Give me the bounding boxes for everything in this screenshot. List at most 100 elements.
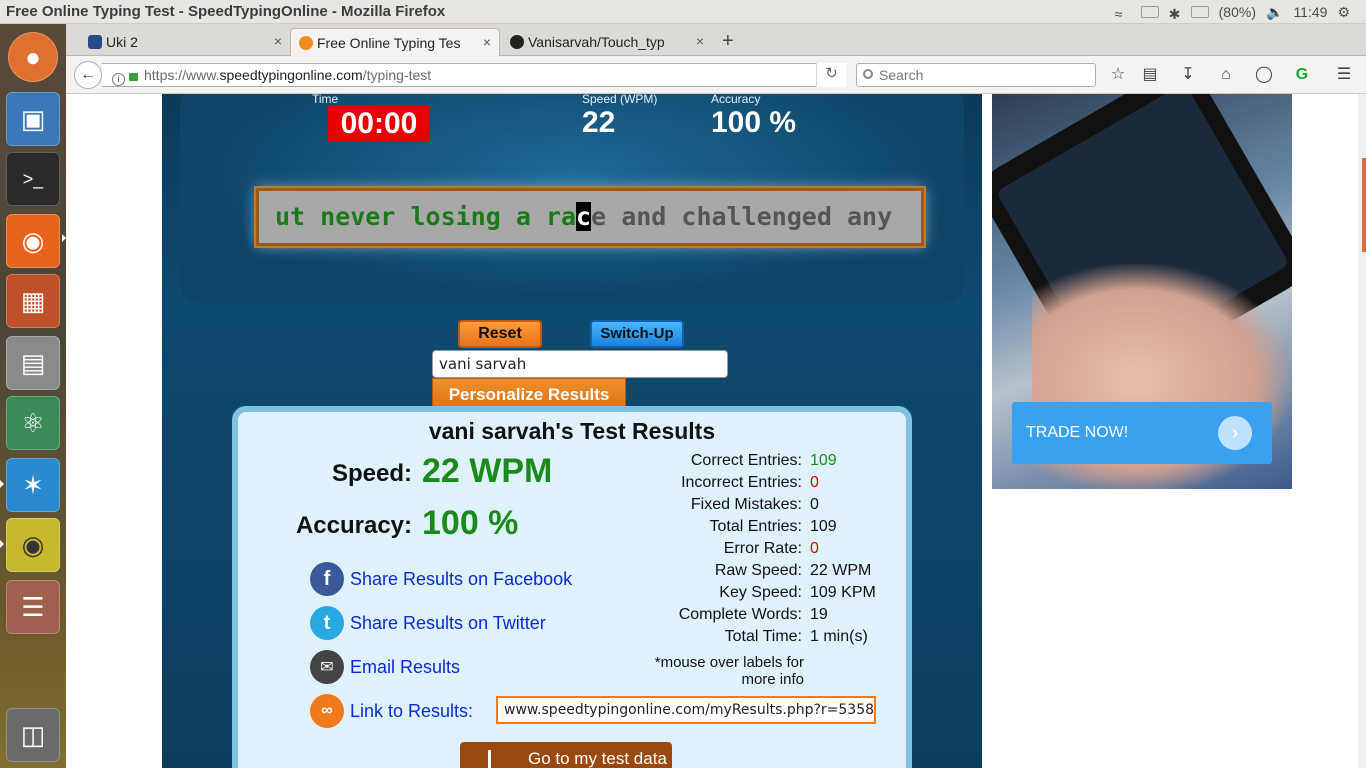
detail-row: Key Speed: 109 KPM <box>638 584 898 606</box>
go-to-test-data-button[interactable]: Go to my test data <box>460 742 672 768</box>
mixer-app-icon[interactable]: ☰ <box>6 580 60 634</box>
detail-label[interactable]: Complete Words: <box>679 606 802 624</box>
home-icon[interactable]: ⌂ <box>1216 65 1236 85</box>
speed-result-value: 22 WPM <box>422 452 553 490</box>
lock-icon <box>129 73 138 81</box>
detail-row: Error Rate: 0 <box>638 540 898 562</box>
detail-value: 0 <box>810 540 819 557</box>
tab-github[interactable]: Vanisarvah/Touch_typ × <box>502 28 712 56</box>
libreoffice-impress-icon[interactable]: ▦ <box>6 274 60 328</box>
keyboard-icon[interactable] <box>1140 6 1159 18</box>
system-tray: ≈ ✱ (80%) 🔈 11:49 ⚙ <box>1115 0 1366 24</box>
search-input[interactable]: Search <box>856 63 1096 87</box>
terminal-icon[interactable]: >_ <box>6 152 60 206</box>
volume-icon[interactable]: 🔈 <box>1266 4 1283 21</box>
link-to-results-label: Link to Results: <box>350 700 474 721</box>
detail-label[interactable]: Incorrect Entries: <box>681 474 802 492</box>
system-top-bar: Free Online Typing Test - SpeedTypingOnl… <box>0 0 1366 24</box>
detail-label[interactable]: Key Speed: <box>719 584 802 602</box>
name-input[interactable]: vani sarvah <box>432 350 728 378</box>
detail-row: Total Entries: 109 <box>638 518 898 540</box>
detail-value: 0 <box>810 496 819 513</box>
back-button[interactable]: ← <box>74 61 102 89</box>
detail-value: 109 <box>810 452 837 469</box>
tab-typing-test[interactable]: Free Online Typing Tes × <box>290 28 500 56</box>
search-icon <box>863 69 873 79</box>
search-placeholder: Search <box>879 67 924 83</box>
clock[interactable]: 11:49 <box>1293 4 1327 20</box>
typing-area-backdrop: Time 00:00 Speed (WPM) 22 Accuracy 100 %… <box>180 94 964 304</box>
close-icon[interactable]: × <box>483 34 491 50</box>
email-results-link[interactable]: ✉ Email Results <box>310 650 460 684</box>
scroll-thumb[interactable] <box>1362 158 1366 252</box>
time-value: 00:00 <box>328 106 430 142</box>
detail-label[interactable]: Fixed Mistakes: <box>691 496 802 514</box>
results-link-field[interactable]: www.speedtypingonline.com/myResults.php?… <box>496 696 876 724</box>
share-facebook-link[interactable]: f Share Results on Facebook <box>310 562 572 596</box>
close-icon[interactable]: × <box>696 33 704 49</box>
libreoffice-draw-icon[interactable]: ▣ <box>6 92 60 146</box>
firefox-icon[interactable]: ◉ <box>6 214 60 268</box>
detail-value: 109 KPM <box>810 584 876 601</box>
reset-button[interactable]: Reset <box>458 320 542 348</box>
email-results-label: Email Results <box>350 656 461 677</box>
detail-label[interactable]: Raw Speed: <box>715 562 802 580</box>
detail-label[interactable]: Total Entries: <box>710 518 802 536</box>
bluetooth-icon[interactable]: ✱ <box>1169 6 1181 22</box>
wifi-icon[interactable]: ≈ <box>1115 6 1131 22</box>
typed-text: ut never losing a ra <box>275 202 577 231</box>
detail-label[interactable]: Error Rate: <box>724 540 802 558</box>
tab-label: Free Online Typing Tes <box>317 34 461 51</box>
page-content: Time 00:00 Speed (WPM) 22 Accuracy 100 %… <box>66 94 1366 768</box>
url-bar[interactable]: i https://www.speedtypingonline.com/typin… <box>102 63 846 87</box>
atom-icon[interactable]: ⚛ <box>6 396 60 450</box>
typing-text-strip[interactable]: ut never losing a race and challenged an… <box>256 188 924 246</box>
reload-button[interactable]: ↻ <box>816 63 846 87</box>
download-icon[interactable]: ↧ <box>1178 65 1198 85</box>
accuracy-result-value: 100 % <box>422 504 519 542</box>
battery-icon[interactable] <box>1190 6 1209 18</box>
test-data-label: Go to my test data <box>528 749 667 768</box>
cursor-character: c <box>576 202 592 231</box>
advertisement[interactable]: TRADE NOW! › <box>992 94 1292 489</box>
detail-value: 0 <box>810 474 819 491</box>
facebook-icon: f <box>310 562 344 596</box>
detail-value: 19 <box>810 606 828 623</box>
share-twitter-link[interactable]: t Share Results on Twitter <box>310 606 546 640</box>
shotwell-icon[interactable]: ✶ <box>6 458 60 512</box>
info-icon[interactable]: i <box>112 73 125 86</box>
window-title: Free Online Typing Test - SpeedTypingOnl… <box>6 3 446 20</box>
running-indicator <box>0 480 4 488</box>
accuracy-value: 100 % <box>711 106 797 139</box>
close-icon[interactable]: × <box>274 33 282 49</box>
share-twitter-label: Share Results on Twitter <box>350 612 546 633</box>
reading-list-icon[interactable]: ▤ <box>1140 65 1160 85</box>
tab-label: Uki 2 <box>106 34 138 50</box>
menu-icon[interactable]: ☰ <box>1334 65 1354 85</box>
chart-icon <box>488 750 516 768</box>
detail-row: Fixed Mistakes: 0 <box>638 496 898 518</box>
grammarly-icon[interactable]: G <box>1292 65 1312 85</box>
page-scrollbar[interactable] <box>1358 94 1366 768</box>
unity-launcher: ● ▣ >_ ◉ ▦ ▤ ⚛ ✶ ◉ ☰ ◫ <box>0 24 66 768</box>
detail-label[interactable]: Total Time: <box>725 628 802 646</box>
files-icon[interactable]: ▤ <box>6 336 60 390</box>
detail-value: 109 <box>810 518 837 535</box>
pocket-icon[interactable]: ◯ <box>1254 65 1274 85</box>
power-gear-icon[interactable]: ⚙ <box>1337 4 1350 21</box>
speaker-app-icon[interactable]: ◉ <box>6 518 60 572</box>
new-tab-button[interactable]: + <box>722 30 734 53</box>
navigation-bar: ← i https://www.speedtypingonline.com/typ… <box>66 56 1366 94</box>
switch-up-button[interactable]: Switch-Up <box>590 320 684 348</box>
ubuntu-dash-icon[interactable]: ● <box>8 32 58 82</box>
detail-value: 1 min(s) <box>810 628 868 645</box>
bookmark-star-icon[interactable]: ☆ <box>1108 65 1128 85</box>
speedtyping-favicon-icon <box>299 36 313 50</box>
running-indicator <box>0 540 4 548</box>
email-icon: ✉ <box>310 650 344 684</box>
detail-label[interactable]: Correct Entries: <box>691 452 802 470</box>
tab-uki[interactable]: Uki 2 × <box>80 28 290 56</box>
trash-icon[interactable]: ◫ <box>6 708 60 762</box>
url-scheme: https://www. <box>144 67 220 83</box>
trade-now-button[interactable]: TRADE NOW! › <box>1012 402 1272 464</box>
